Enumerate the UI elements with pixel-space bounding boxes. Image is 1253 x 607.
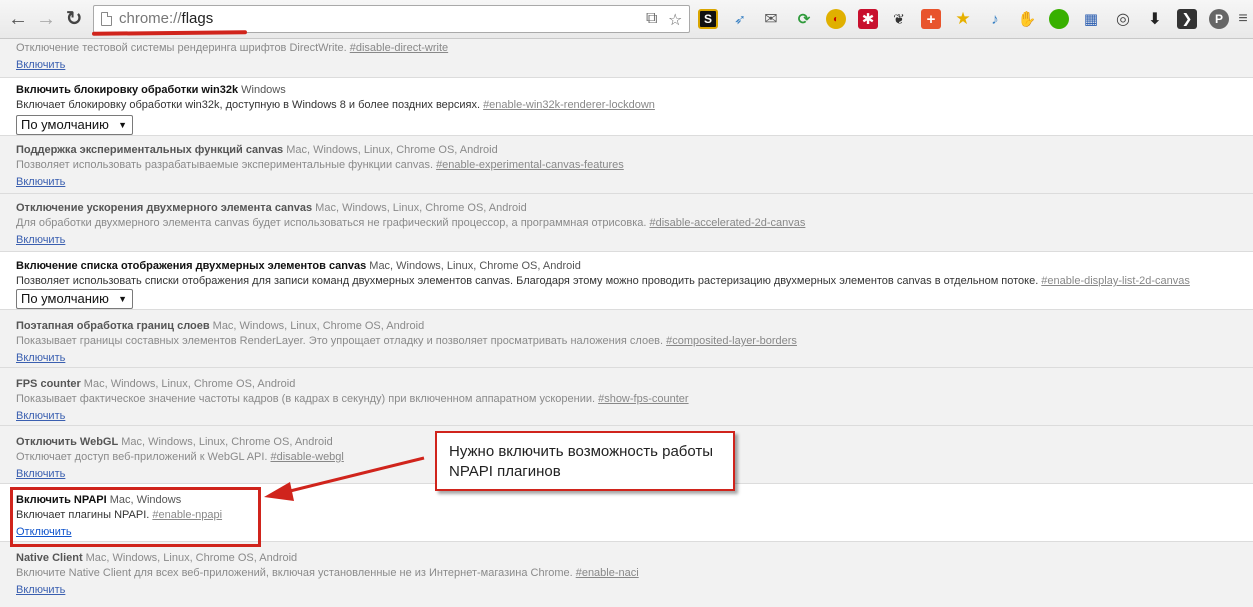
- arrow-shaft: [285, 456, 425, 494]
- annotation-arrow: [264, 456, 425, 501]
- annotation-callout: Нужно включить возможность работы NPAPI …: [435, 431, 735, 491]
- arrow-head: [264, 482, 294, 501]
